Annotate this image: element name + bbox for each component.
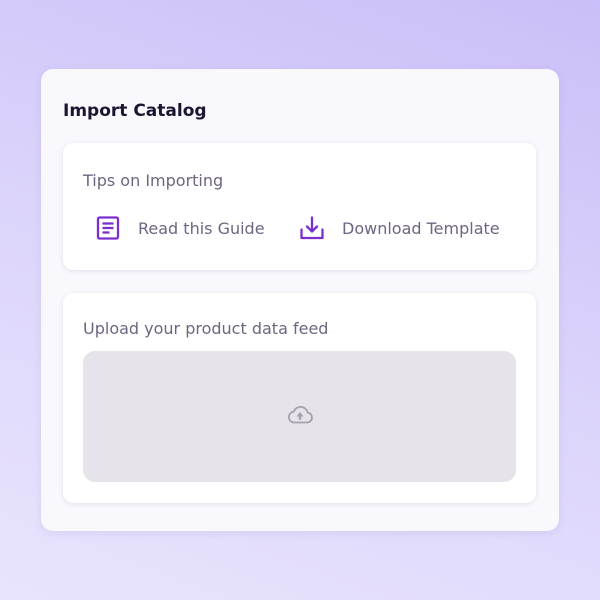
read-guide-label: Read this Guide [138,218,265,238]
tips-heading: Tips on Importing [83,171,224,190]
read-guide-link[interactable]: Read this Guide [95,215,265,241]
import-catalog-panel: Import Catalog Tips on Importing Read th… [41,69,559,531]
upload-card: Upload your product data feed [63,293,536,503]
download-icon [299,215,325,241]
panel-title: Import Catalog [63,101,207,121]
download-template-link[interactable]: Download Template [299,215,500,241]
upload-dropzone[interactable] [83,351,516,482]
download-template-label: Download Template [342,218,500,238]
tips-card: Tips on Importing Read this Guide Downlo… [63,143,536,270]
document-icon [95,215,121,241]
upload-heading: Upload your product data feed [83,319,329,338]
cloud-upload-icon [286,404,314,430]
